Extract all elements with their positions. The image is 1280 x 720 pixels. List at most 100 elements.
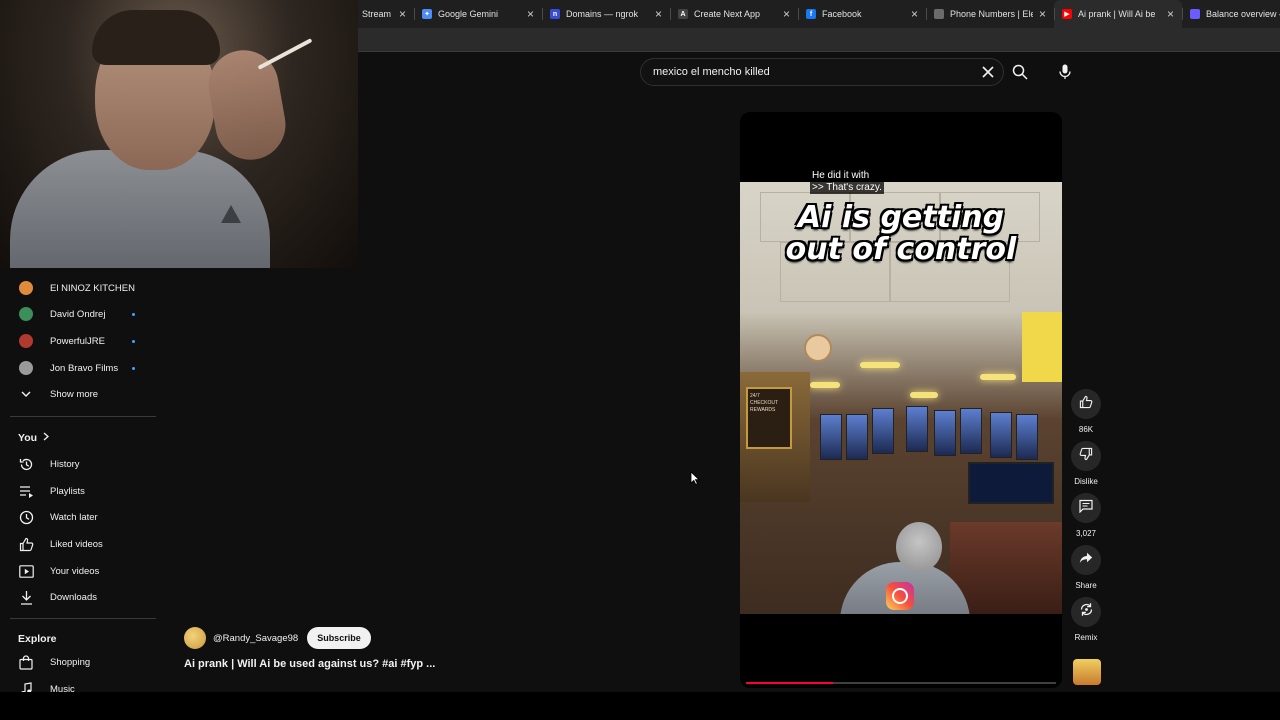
browser-tab[interactable]: ✦ Google Gemini ×: [414, 0, 542, 28]
sidebar-item-downloads[interactable]: Downloads: [0, 584, 156, 610]
tab-favicon-icon: f: [806, 9, 816, 19]
sidebar-item-el-ninoz-kitchen[interactable]: El NINOZ KITCHEN: [0, 275, 156, 301]
channel-avatar[interactable]: [184, 627, 206, 649]
share-action: Share: [1068, 545, 1104, 590]
sidebar-divider: [10, 618, 156, 619]
sidebar-item-shopping[interactable]: Shopping: [0, 649, 156, 675]
video-overlay-title-line-2: out of control: [785, 232, 1017, 267]
video-progress-fill: [746, 682, 833, 684]
sidebar-item-label: Downloads: [50, 591, 97, 603]
caption-line-2: >> That's crazy.: [810, 181, 884, 194]
browser-tab-title: Facebook: [822, 9, 862, 19]
explore-heading-label: Explore: [18, 633, 57, 645]
sidebar-item-david-ondrej[interactable]: David Ondrej: [0, 301, 156, 327]
tab-favicon-icon: [1190, 9, 1200, 19]
close-tab-icon[interactable]: ×: [1167, 7, 1174, 21]
thumbs-up-icon: [18, 536, 34, 552]
thumbs-down-icon: [1079, 447, 1093, 466]
comment-icon: [1079, 499, 1093, 518]
sidebar-item-label: Jon Bravo Films: [50, 362, 119, 374]
sound-thumbnail[interactable]: [1073, 659, 1101, 685]
sidebar-show-more[interactable]: Show more: [0, 381, 156, 407]
sidebar-item-history[interactable]: History: [0, 451, 156, 477]
search-icon[interactable]: [1004, 58, 1036, 86]
browser-tab-title: Phone Numbers | Elevenl: [950, 9, 1033, 19]
sidebar-explore-heading: Explore: [18, 633, 57, 645]
watch-later-icon: [18, 509, 34, 525]
dislike-button[interactable]: [1071, 441, 1101, 471]
bottom-letterbox: [0, 692, 1280, 720]
browser-tab[interactable]: f Facebook ×: [798, 0, 926, 28]
sidebar-item-label: PowerfulJRE: [50, 335, 105, 347]
video-progress-bar[interactable]: [746, 682, 1056, 684]
close-tab-icon[interactable]: ×: [1039, 7, 1046, 21]
sidebar-item-label: El NINOZ KITCHEN: [50, 282, 135, 294]
browser-tab-title: Domains — ngrok: [566, 9, 639, 19]
browser-tab-title: Stream - Y: [362, 9, 393, 19]
sidebar-item-label: Playlists: [50, 485, 85, 497]
channel-avatar: [19, 334, 33, 348]
new-content-dot: [132, 366, 135, 370]
chevron-down-icon: [18, 386, 34, 402]
close-tab-icon[interactable]: ×: [911, 7, 918, 21]
share-icon: [1079, 551, 1093, 569]
tab-favicon-icon: A: [678, 9, 688, 19]
share-label: Share: [1075, 581, 1097, 590]
close-tab-icon[interactable]: ×: [527, 7, 534, 21]
search-box[interactable]: [640, 58, 1004, 86]
sidebar-item-playlists[interactable]: Playlists: [0, 478, 156, 504]
comments-button[interactable]: [1071, 493, 1101, 523]
browser-tab[interactable]: ▶ Ai prank | Will Ai be ×: [1054, 0, 1182, 28]
browser-tab-title: Ai prank | Will Ai be: [1078, 9, 1156, 19]
video-overlay-title-line-1: Ai is getting: [797, 200, 1005, 235]
short-title[interactable]: Ai prank | Will Ai be used against us? #…: [184, 658, 435, 670]
sidebar-item-powerfuljre[interactable]: PowerfulJRE: [0, 328, 156, 354]
dislike-label: Dislike: [1074, 477, 1098, 486]
browser-tab[interactable]: Stream - Y ×: [354, 0, 414, 28]
sidebar-item-label: Shopping: [50, 656, 91, 668]
sidebar-item-liked-videos[interactable]: Liked videos: [0, 531, 156, 557]
share-button[interactable]: [1071, 545, 1101, 575]
sidebar-item-jon-bravo-films[interactable]: Jon Bravo Films: [0, 355, 156, 381]
mic-icon[interactable]: [1050, 58, 1080, 86]
new-content-dot: [132, 339, 135, 343]
like-action: 86K: [1068, 389, 1104, 434]
browser-tab[interactable]: Balance overview – Bbc×: [1182, 0, 1280, 28]
like-button[interactable]: [1071, 389, 1101, 419]
shorts-video-player[interactable]: 24/7 CHECKOUT REWARDS ndy_savage1998 He …: [740, 112, 1062, 688]
gemini-icon: ✦: [422, 9, 432, 19]
history-icon: [18, 456, 34, 472]
close-tab-icon[interactable]: ×: [399, 7, 406, 21]
subscribe-button[interactable]: Subscribe: [307, 627, 371, 649]
browser-tab[interactable]: n Domains — ngrok ×: [542, 0, 670, 28]
browser-tab-title: Create Next App: [694, 9, 761, 19]
browser-tab[interactable]: Phone Numbers | Elevenl ×: [926, 0, 1054, 28]
browser-tab[interactable]: A Create Next App ×: [670, 0, 798, 28]
search-input[interactable]: [653, 66, 973, 78]
channel-avatar: [19, 361, 33, 375]
channel-name[interactable]: @Randy_Savage98: [213, 633, 298, 644]
close-tab-icon[interactable]: ×: [783, 7, 790, 21]
video-watermark: ndy_savage1998: [800, 610, 1012, 614]
sidebar-you-heading[interactable]: You: [18, 432, 50, 444]
instagram-icon: [886, 582, 914, 610]
like-count: 86K: [1078, 425, 1094, 434]
remix-action: Remix: [1068, 597, 1104, 642]
close-tab-icon[interactable]: ×: [655, 7, 662, 21]
sidebar-item-your-videos[interactable]: Your videos: [0, 558, 156, 584]
tab-favicon-icon: [934, 9, 944, 19]
tab-favicon-icon: n: [550, 9, 560, 19]
dislike-action: Dislike: [1068, 441, 1104, 486]
comments-count: 3,027: [1075, 529, 1097, 538]
sidebar-item-label: David Ondrej: [50, 308, 106, 320]
browser-tab-title: Google Gemini: [438, 9, 499, 19]
thumbs-up-icon: [1079, 395, 1093, 414]
your-videos-icon: [18, 563, 34, 579]
short-channel-row: @Randy_Savage98 Subscribe: [184, 626, 371, 650]
remix-label: Remix: [1074, 633, 1098, 642]
sidebar-item-watch-later[interactable]: Watch later: [0, 504, 156, 530]
remix-button[interactable]: [1071, 597, 1101, 627]
mouse-cursor-icon: [690, 471, 700, 490]
clear-search-icon[interactable]: [973, 59, 1003, 85]
checkout-sign: 24/7 CHECKOUT REWARDS: [746, 387, 792, 449]
